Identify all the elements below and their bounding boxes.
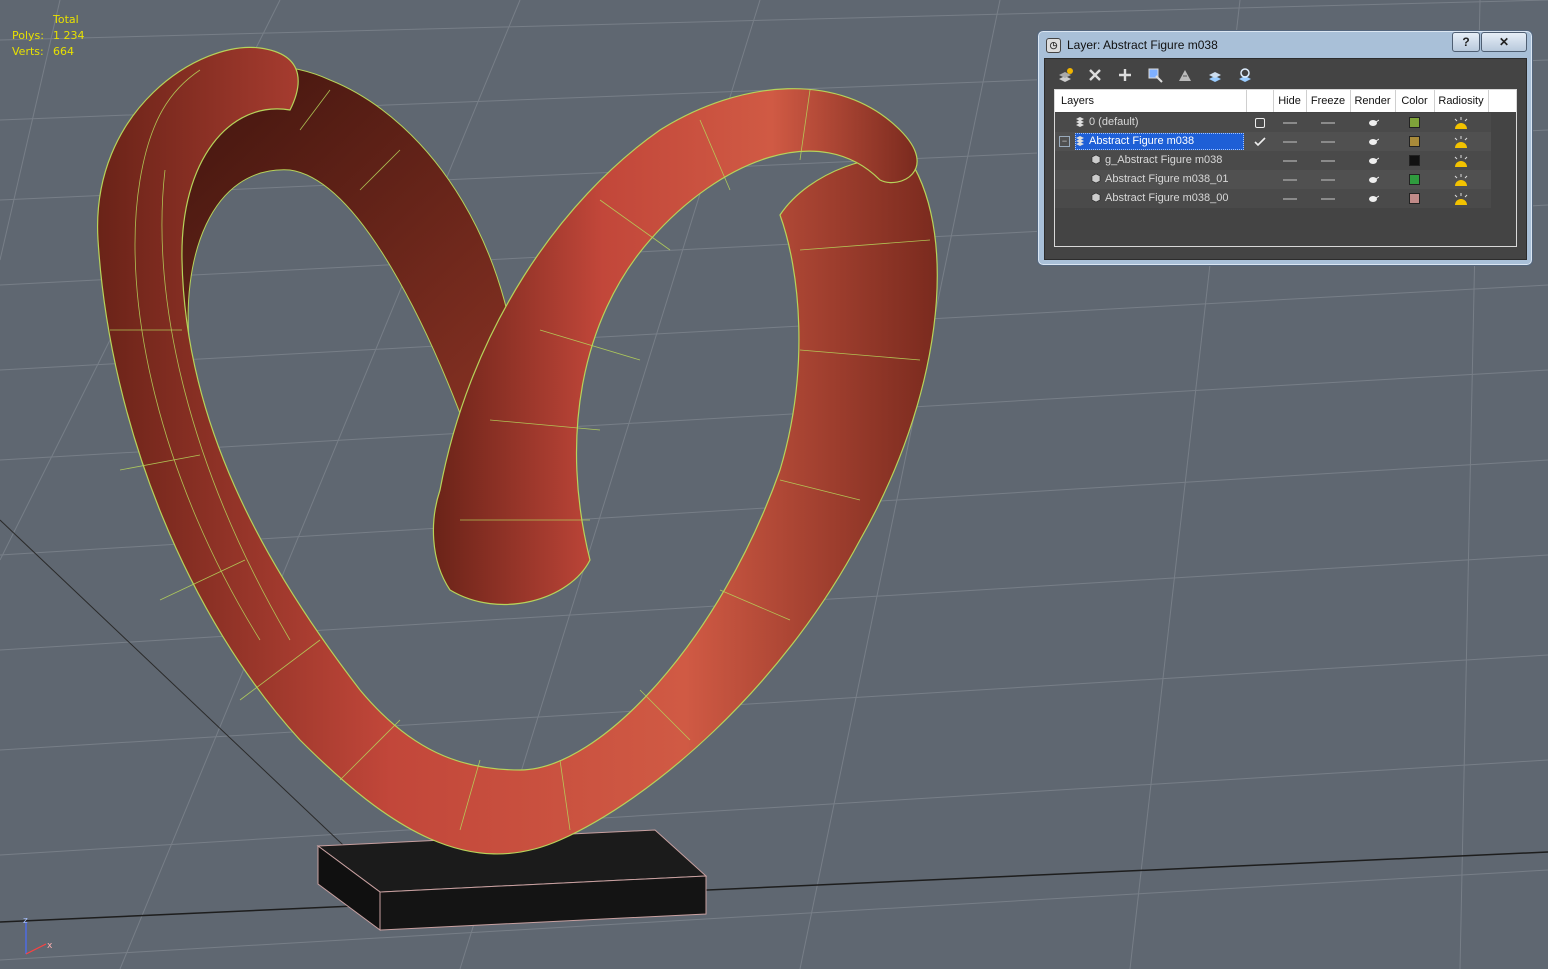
layer-color-swatch[interactable] bbox=[1395, 132, 1434, 151]
layer-list[interactable]: Layers Hide Freeze Render Color Radiosit… bbox=[1054, 89, 1517, 247]
layer-name[interactable]: Abstract Figure m038 bbox=[1089, 135, 1194, 147]
layer-dialog[interactable]: ◷ Layer: Abstract Figure m038 ? ✕ Layers… bbox=[1037, 30, 1533, 266]
hide-toggle[interactable] bbox=[1273, 151, 1306, 170]
col-hide[interactable]: Hide bbox=[1273, 90, 1307, 112]
radiosity-sun-icon[interactable] bbox=[1434, 132, 1488, 151]
layer-rows: 0 (default) − Abstract Figure m038 g_Abs… bbox=[1055, 113, 1491, 208]
col-color[interactable]: Color bbox=[1395, 90, 1435, 112]
object-cube-icon bbox=[1091, 173, 1101, 184]
select-objects-icon[interactable] bbox=[1143, 64, 1167, 86]
freeze-toggle[interactable] bbox=[1306, 151, 1350, 170]
collapse-toggle[interactable]: − bbox=[1059, 136, 1070, 147]
stats-polys-row: Polys: 1 234 bbox=[12, 28, 85, 44]
layer-toolbar bbox=[1053, 63, 1257, 87]
hide-toggle[interactable] bbox=[1273, 170, 1306, 189]
verts-label: Verts: bbox=[12, 45, 44, 58]
hide-toggle[interactable] bbox=[1273, 189, 1306, 208]
col-current[interactable] bbox=[1247, 90, 1274, 112]
object-row[interactable]: Abstract Figure m038_01 bbox=[1055, 170, 1491, 189]
object-cube-icon bbox=[1091, 192, 1101, 203]
radiosity-sun-icon[interactable] bbox=[1434, 170, 1488, 189]
app-icon: ◷ bbox=[1046, 37, 1061, 53]
radiosity-sun-icon[interactable] bbox=[1434, 189, 1488, 208]
object-cube-icon bbox=[1091, 154, 1101, 165]
create-layer-icon[interactable] bbox=[1053, 64, 1077, 86]
freeze-toggle[interactable] bbox=[1306, 132, 1350, 151]
freeze-toggle[interactable] bbox=[1306, 170, 1350, 189]
axis-gizmo: z x bbox=[23, 916, 53, 955]
axis-x-label: x bbox=[47, 941, 53, 951]
render-teapot-icon[interactable] bbox=[1350, 132, 1395, 151]
render-teapot-icon[interactable] bbox=[1350, 170, 1395, 189]
current-layer-toggle[interactable] bbox=[1247, 113, 1273, 132]
hide-toggle[interactable] bbox=[1273, 132, 1306, 151]
object-color-swatch[interactable] bbox=[1395, 151, 1434, 170]
hide-all-icon[interactable] bbox=[1203, 64, 1227, 86]
hide-toggle[interactable] bbox=[1273, 113, 1306, 132]
dialog-titlebar[interactable]: ◷ Layer: Abstract Figure m038 bbox=[1046, 36, 1218, 54]
object-color-swatch[interactable] bbox=[1395, 189, 1434, 208]
close-button[interactable]: ✕ bbox=[1481, 32, 1527, 52]
render-teapot-icon[interactable] bbox=[1350, 151, 1395, 170]
verts-value: 664 bbox=[53, 45, 74, 58]
polys-value: 1 234 bbox=[53, 29, 85, 42]
dialog-body: Layers Hide Freeze Render Color Radiosit… bbox=[1044, 58, 1527, 260]
col-render[interactable]: Render bbox=[1350, 90, 1396, 112]
layer-name[interactable]: 0 (default) bbox=[1089, 116, 1139, 128]
col-radiosity[interactable]: Radiosity bbox=[1434, 90, 1489, 112]
axis-z-label: z bbox=[23, 916, 28, 926]
freeze-toggle[interactable] bbox=[1306, 113, 1350, 132]
stats-header: Total bbox=[53, 13, 79, 26]
render-teapot-icon[interactable] bbox=[1350, 189, 1395, 208]
layer-row-selected[interactable]: − Abstract Figure m038 bbox=[1055, 132, 1491, 151]
radiosity-sun-icon[interactable] bbox=[1434, 151, 1488, 170]
polys-label: Polys: bbox=[12, 29, 44, 42]
col-layers[interactable]: Layers bbox=[1055, 90, 1247, 112]
current-layer-checkmark-icon[interactable] bbox=[1247, 132, 1273, 151]
layer-color-swatch[interactable] bbox=[1395, 113, 1434, 132]
object-row[interactable]: g_Abstract Figure m038 bbox=[1055, 151, 1491, 170]
render-teapot-icon[interactable] bbox=[1350, 113, 1395, 132]
freeze-toggle[interactable] bbox=[1306, 189, 1350, 208]
object-row[interactable]: Abstract Figure m038_00 bbox=[1055, 189, 1491, 208]
add-to-layer-icon[interactable] bbox=[1113, 64, 1137, 86]
help-button[interactable]: ? bbox=[1452, 32, 1480, 52]
object-color-swatch[interactable] bbox=[1395, 170, 1434, 189]
highlight-layer-icon[interactable] bbox=[1173, 64, 1197, 86]
object-name[interactable]: g_Abstract Figure m038 bbox=[1105, 154, 1222, 166]
layer-stack-icon bbox=[1076, 136, 1084, 146]
radiosity-sun-icon[interactable] bbox=[1434, 113, 1488, 132]
object-name[interactable]: Abstract Figure m038_00 bbox=[1105, 192, 1229, 204]
layer-stack-icon bbox=[1076, 117, 1084, 127]
object-name[interactable]: Abstract Figure m038_01 bbox=[1105, 173, 1229, 185]
col-freeze[interactable]: Freeze bbox=[1306, 90, 1351, 112]
layer-list-header: Layers Hide Freeze Render Color Radiosit… bbox=[1055, 90, 1516, 112]
viewport-stats: Total Polys: 1 234 Verts: 664 bbox=[12, 12, 85, 60]
delete-layer-icon[interactable] bbox=[1083, 64, 1107, 86]
freeze-all-icon[interactable] bbox=[1233, 64, 1257, 86]
dialog-title: Layer: Abstract Figure m038 bbox=[1067, 38, 1218, 52]
stats-verts-row: Verts: 664 bbox=[12, 44, 85, 60]
layer-row[interactable]: 0 (default) bbox=[1055, 113, 1491, 132]
